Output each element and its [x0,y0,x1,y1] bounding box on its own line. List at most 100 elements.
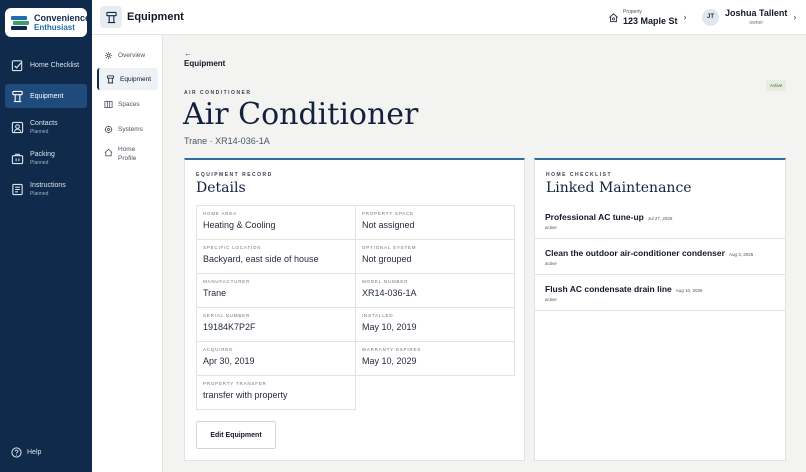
maintenance-eyebrow: HOME CHECKLIST [546,172,612,178]
main-content: ← Equipment Active AIR CONDITIONER Air C… [163,35,806,472]
field-value: May 10, 2029 [362,356,417,366]
subnav-item-overview[interactable]: Overview [97,44,158,66]
home-icon [609,12,618,22]
field-value: 19184K7P2F [203,322,256,332]
maintenance-item-title: Professional AC tune-up [545,212,644,222]
sidebar-item-home-checklist[interactable]: Home Checklist [5,53,87,77]
sidebar-item-instructions[interactable]: Instructions Planned [5,177,87,201]
field-value: Backyard, east side of house [203,254,319,264]
equipment-page-icon [100,6,122,28]
field-label: Home area [203,211,237,216]
equipment-title: Air Conditioner [183,97,419,132]
subnav-item-label: Home [118,146,136,153]
back-arrow-icon[interactable]: ← [184,49,192,58]
maintenance-list: Professional AC tune-up Jul 27, 2026 acti… [535,203,785,311]
subnav-item-label-line2: Profile [118,155,137,162]
maintenance-item[interactable]: Flush AC condensate drain line Aug 10, 20… [535,275,785,311]
brand-name-line2: Enthusiast [34,22,75,32]
brand-name-line1: Convenience [34,12,91,23]
subnav-item-label: Spaces [118,100,140,108]
subnav-item-label: Overview [118,51,146,59]
equipment-icon [106,74,115,83]
equipment-icon [12,90,23,102]
sidebar-item-label: Packing [30,150,55,158]
field-label: Optional system [362,245,417,250]
details-grid: Home area Heating & Cooling Property spac… [196,205,515,410]
field-label: Specific location [203,245,262,250]
subnav-item-home-profile[interactable]: Home Profile [97,143,158,169]
equipment-type-eyebrow: AIR CONDITIONER [184,90,252,96]
brand-logo[interactable]: Convenience Enthusiast [5,8,91,37]
field-label: Property transfer [203,381,267,386]
equipment-subnav: Overview Equipment Spaces Systems Home P… [92,35,163,472]
user-menu[interactable]: JT Joshua Tallent owner › [702,6,796,28]
help-link[interactable]: Help [11,447,41,458]
subnav-item-label: Equipment [120,75,152,83]
sidebar-item-equipment[interactable]: Equipment [5,84,87,108]
avatar: JT [702,8,719,26]
breadcrumb[interactable]: Equipment [184,59,225,68]
equipment-subtitle: Trane · XR14-036-1A [184,136,270,146]
status-badge: Active [766,80,787,91]
instructions-icon [12,183,23,195]
logo-mark-icon [10,13,30,33]
sidebar-item-label: Instructions [30,181,66,189]
field-optional-system: Optional system Not grouped [355,239,515,274]
field-serial-number: Serial number 19184K7P2F [196,307,356,342]
edit-equipment-button[interactable]: Edit Equipment [196,421,276,449]
subnav-item-spaces[interactable]: Spaces [97,93,158,115]
maintenance-item-status: active [545,297,557,302]
sidebar-item-status: Planned [30,190,49,197]
sidebar-item-status: Planned [30,128,49,135]
chevron-right-icon: › [793,12,797,22]
maintenance-item[interactable]: Clean the outdoor air-conditioner conden… [535,239,785,275]
home-icon [104,148,113,157]
field-property-space: Property space Not assigned [355,205,515,240]
sidebar-item-contacts[interactable]: Contacts Planned [5,115,87,139]
main-sidebar: Convenience Enthusiast Home Checklist Eq… [0,0,92,472]
maintenance-item-title: Flush AC condensate drain line [545,284,672,294]
property-switcher[interactable]: Property 123 Maple St › [608,6,687,28]
sidebar-item-packing[interactable]: Packing Planned [5,146,87,170]
details-title: Details [196,180,246,196]
page-title: Equipment [127,11,184,23]
systems-icon [104,125,113,133]
property-label: Property [623,8,642,15]
sidebar-item-label: Contacts [30,119,58,127]
maintenance-item[interactable]: Professional AC tune-up Jul 27, 2026 acti… [535,203,785,239]
maintenance-title: Linked Maintenance [546,180,692,196]
maintenance-item-date: Aug 3, 2026 [728,252,754,257]
field-value: May 10, 2019 [362,322,417,332]
checklist-icon [11,59,23,71]
subnav-item-equipment[interactable]: Equipment [97,68,158,90]
field-value: Not grouped [362,254,412,264]
field-label: Serial number [203,313,250,318]
field-value: Trane [203,288,227,298]
maintenance-item-date: Aug 10, 2026 [675,288,703,293]
field-model-number: Model number XR14-036-1A [355,273,515,308]
sidebar-item-label: Equipment [30,92,64,100]
field-value: Not assigned [362,220,415,230]
chevron-right-icon: › [683,12,687,22]
sidebar-item-label: Home Checklist [30,61,80,69]
grid-spacer [355,375,514,410]
field-value: XR14-036-1A [362,288,417,298]
packing-icon [11,153,24,164]
maintenance-item-status: active [545,225,557,230]
field-warranty-expires: Warranty expires May 10, 2029 [355,341,515,376]
maintenance-item-title: Clean the outdoor air-conditioner conden… [545,248,725,258]
details-card: EQUIPMENT RECORD Details Home area Heatin… [184,158,525,461]
field-manufacturer: Manufacturer Trane [196,273,356,308]
sidebar-item-status: Planned [30,159,49,166]
user-role: owner [749,20,763,26]
field-label: Installed [362,313,394,318]
help-icon [11,447,22,458]
maintenance-item-date: Jul 27, 2026 [647,216,673,221]
user-name: Joshua Tallent [725,8,788,18]
overview-icon [104,51,113,59]
field-acquired: Acquired Apr 30, 2019 [196,341,356,376]
top-header: Equipment Property 123 Maple St › JT Jos… [92,0,806,35]
field-installed: Installed May 10, 2019 [355,307,515,342]
property-name: 123 Maple St [623,15,678,26]
subnav-item-systems[interactable]: Systems [97,118,158,140]
